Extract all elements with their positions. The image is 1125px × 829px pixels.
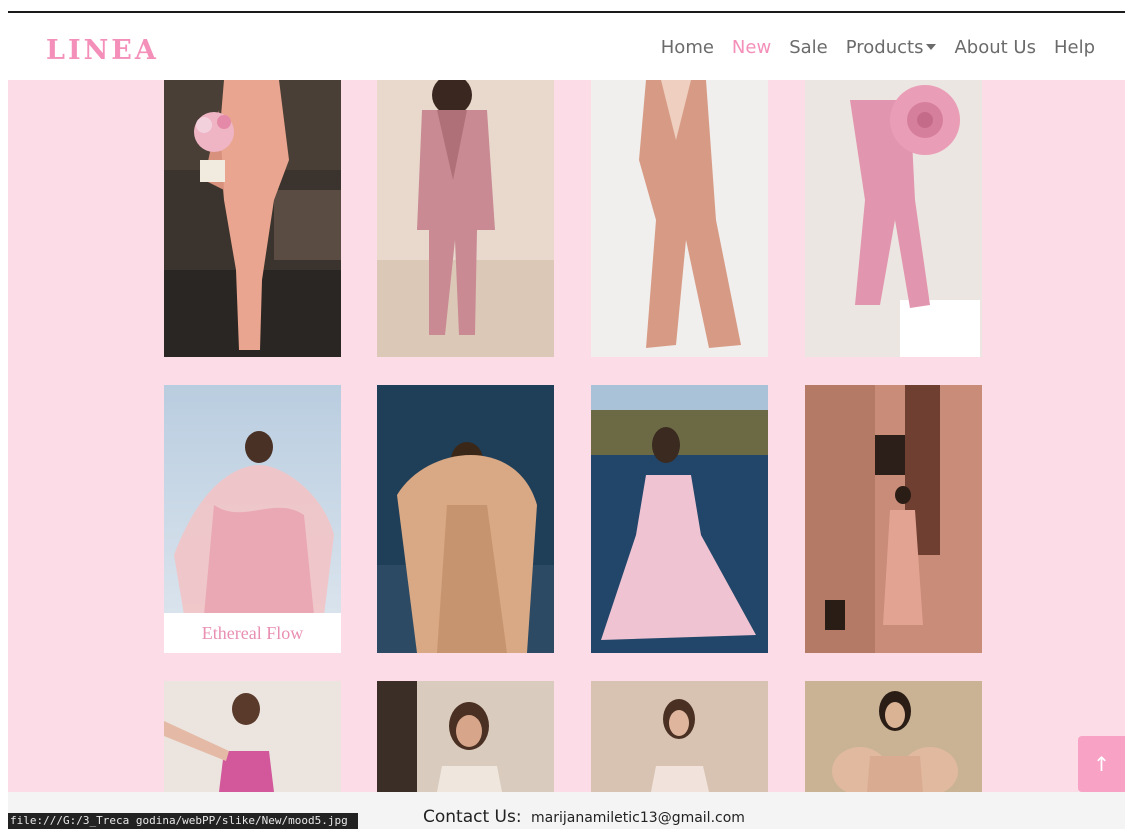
photo-blush-suit-studio [591,80,768,357]
nav-products[interactable]: Products [846,37,937,58]
gallery: Ethereal Flow [8,80,1125,792]
status-bar-url: file:///G:/3_Treca godina/webPP/slike/Ne… [8,813,358,829]
scroll-top-button[interactable]: ↑ [1078,736,1125,792]
gallery-item[interactable] [377,80,554,357]
nav-products-label: Products [845,37,924,58]
brand-logo[interactable]: LINEA [46,35,159,66]
gallery-item[interactable] [591,385,768,653]
photo-pink-suit-bouquet [164,80,341,357]
photo-pink-dress-wall [805,385,982,653]
contact-label: Contact Us: [423,807,522,827]
arrow-up-icon: ↑ [1093,752,1110,776]
photo-mauve-suit-sand [377,80,554,357]
gallery-item[interactable] [164,681,341,792]
nav-about[interactable]: About Us [954,37,1036,58]
photo-puff-sleeve [805,681,982,792]
photo-caption: Ethereal Flow [164,613,341,653]
gallery-item[interactable] [591,80,768,357]
navbar: LINEA Home New Sale Products About Us He… [8,13,1125,80]
photo-tulle-gown-night [377,385,554,653]
nav-new[interactable]: New [732,37,771,58]
gallery-item[interactable]: Ethereal Flow [164,385,341,653]
photo-pink-gown-lake [591,385,768,653]
nav-sale[interactable]: Sale [789,37,828,58]
gallery-item[interactable] [805,385,982,653]
gallery-item[interactable] [164,80,341,357]
gallery-item[interactable] [377,681,554,792]
gallery-item[interactable] [805,681,982,792]
contact-email[interactable]: marijanamiletic13@gmail.com [531,810,745,826]
gallery-item[interactable] [805,80,982,357]
gallery-item[interactable] [377,385,554,653]
gallery-item[interactable] [591,681,768,792]
photo-corset-dress [591,681,768,792]
photo-white-dress-window [377,681,554,792]
photo-pink-strapless [164,681,341,792]
contact-info: Contact Us: marijanamiletic13@gmail.com [423,807,745,827]
nav-help[interactable]: Help [1054,37,1095,58]
photo-pink-rose-suit [805,80,982,357]
caret-down-icon [926,43,937,50]
nav-home[interactable]: Home [661,37,714,58]
main-nav: Home New Sale Products About Us Help [661,37,1095,58]
